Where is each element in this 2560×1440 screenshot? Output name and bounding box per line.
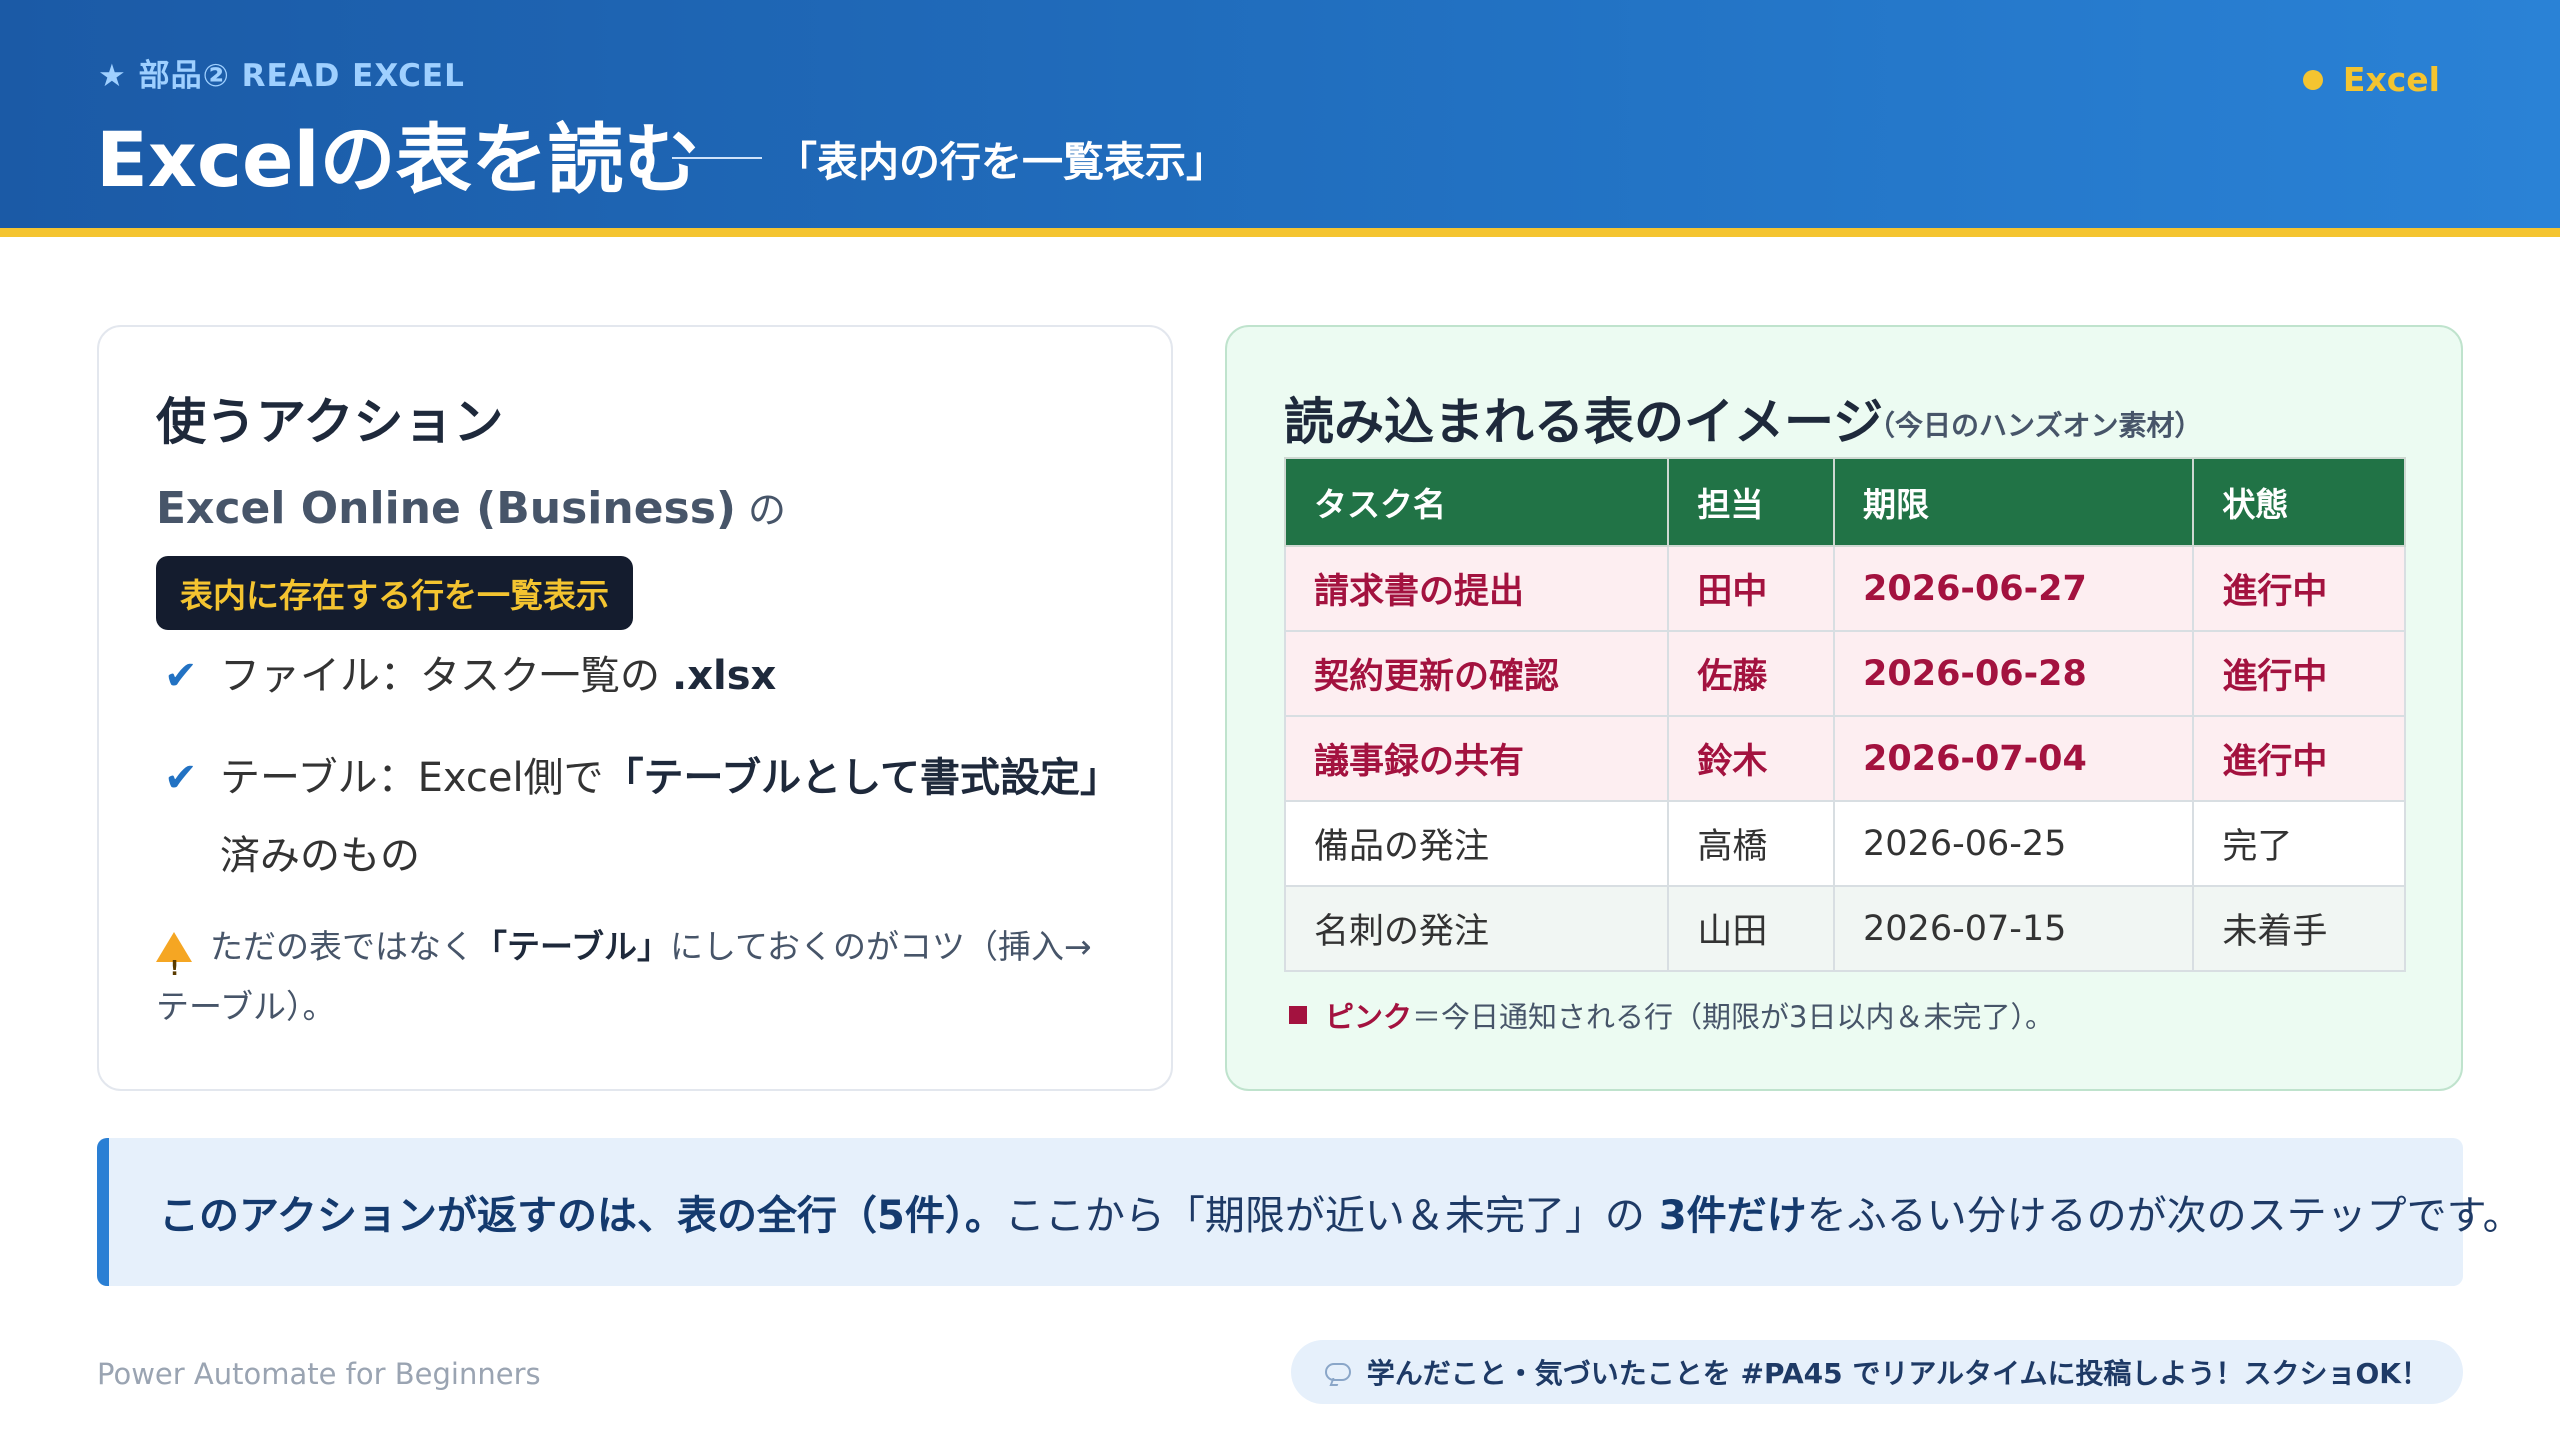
table-preview-card: 読み込まれる表のイメージ （今日のハンズオン素材） タスク名 担当 期限 状態 … xyxy=(1225,325,2463,1091)
cell-task: 議事録の共有 xyxy=(1283,715,1670,802)
excel-badge: Excel xyxy=(2302,60,2440,99)
table-header-row: タスク名 担当 期限 状態 xyxy=(1283,457,2406,547)
check-icon: ✔ xyxy=(164,755,198,801)
table-preview-title: 読み込まれる表のイメージ xyxy=(1284,393,1883,451)
connector-product: Excel Online (Business) xyxy=(156,483,737,534)
table-row: 契約更新の確認 佐藤 2026-06-28 進行中 xyxy=(1283,630,2406,717)
slide-header: ★ 部品② READ EXCEL Excelの表を読む 「表内の行を一覧表示」 … xyxy=(0,0,2560,228)
cell-owner: 高橋 xyxy=(1667,800,1836,887)
cell-due: 2026-06-25 xyxy=(1833,800,2195,887)
action-card: 使うアクション Excel Online (Business) の 表内に存在する… xyxy=(97,325,1173,1091)
summary-banner: このアクションが返すのは、表の全行（5件）。ここから「期限が近い＆未完了」の 3件… xyxy=(97,1138,2523,1286)
table-row: 議事録の共有 鈴木 2026-07-04 進行中 xyxy=(1283,715,2406,802)
bullet-table: ✔ テーブル：Excel側で 「テーブルとして書式設定」 xyxy=(164,745,1120,803)
summary-text: このアクションが返すのは、表の全行（5件）。ここから「期限が近い＆未完了」の 3件… xyxy=(159,1183,2523,1241)
warning-icon xyxy=(156,932,192,998)
column-header: 担当 xyxy=(1667,457,1836,547)
action-chip: 表内に存在する行を一覧表示 xyxy=(156,556,633,630)
cell-status: 進行中 xyxy=(2192,630,2406,717)
cell-due: 2026-07-15 xyxy=(1833,885,2195,972)
footer-course-name: Power Automate for Beginners xyxy=(97,1357,541,1391)
task-table: タスク名 担当 期限 状態 請求書の提出 田中 2026-06-27 進行中 契… xyxy=(1283,457,2406,972)
kicker: ★ 部品② READ EXCEL xyxy=(98,58,465,94)
excel-badge-label: Excel xyxy=(2342,60,2440,99)
tip-note: ただの表ではなく「テーブル」にしておくのがコツ（挿入→テーブル）。 xyxy=(156,917,1116,1037)
check-icon: ✔ xyxy=(164,653,198,699)
hashtag-pill: 学んだこと・気づいたことを #PA45 でリアルタイムに投稿しよう！スクショOK… xyxy=(1290,1340,2463,1404)
cell-status: 進行中 xyxy=(2192,715,2406,802)
connector-name: Excel Online (Business) の xyxy=(156,479,786,534)
excel-dot-icon xyxy=(2302,69,2323,90)
column-header: 状態 xyxy=(2192,457,2406,547)
column-header: タスク名 xyxy=(1283,457,1670,547)
cell-owner: 佐藤 xyxy=(1667,630,1836,717)
page-subtitle: 「表内の行を一覧表示」 xyxy=(672,128,1227,188)
action-card-title: 使うアクション xyxy=(156,393,504,451)
table-preview-note: （今日のハンズオン素材） xyxy=(1867,409,2203,442)
bullet-table-em: 「テーブルとして書式設定」 xyxy=(603,755,1120,801)
table-row: 名刺の発注 山田 2026-07-15 未着手 xyxy=(1283,885,2406,972)
cell-status: 完了 xyxy=(2192,800,2406,887)
cell-status: 未着手 xyxy=(2192,885,2406,972)
summary-em-2: 3件だけ xyxy=(1658,1193,1807,1239)
cell-task: 契約更新の確認 xyxy=(1283,630,1670,717)
bullet-file-text: ファイル：タスク一覧の xyxy=(220,653,660,699)
summary-text-2: をふるい分けるのが次のステップです。 xyxy=(1806,1193,2523,1239)
cell-due: 2026-07-04 xyxy=(1833,715,2195,802)
cell-task: 請求書の提出 xyxy=(1283,545,1670,632)
cell-task: 備品の発注 xyxy=(1283,800,1670,887)
bullet-table-continuation: 済みのもの xyxy=(220,833,420,879)
bullet-file: ✔ ファイル：タスク一覧の .xlsx xyxy=(164,643,776,701)
page-title: Excelの表を読む xyxy=(96,115,700,204)
cell-due: 2026-06-27 xyxy=(1833,545,2195,632)
speech-bubble-icon xyxy=(1324,1363,1351,1381)
bullet-table-text: テーブル：Excel側で xyxy=(220,755,604,801)
subtitle-text: 「表内の行を一覧表示」 xyxy=(776,138,1227,186)
summary-em-1: このアクションが返すのは、表の全行（5件）。 xyxy=(159,1193,1005,1239)
cell-task: 名刺の発注 xyxy=(1283,885,1670,972)
legend-text: ＝今日通知される行（期限が3日以内＆未完了）。 xyxy=(1412,1000,2054,1034)
legend-em: ピンク xyxy=(1325,1000,1413,1034)
cell-owner: 山田 xyxy=(1667,885,1836,972)
cell-owner: 鈴木 xyxy=(1667,715,1836,802)
cell-due: 2026-06-28 xyxy=(1833,630,2195,717)
hashtag-pill-text: 学んだこと・気づいたことを #PA45 でリアルタイムに投稿しよう！スクショOK… xyxy=(1366,1357,2429,1390)
tip-text-before: ただの表ではなく xyxy=(210,927,474,966)
tip-em: 「テーブル」 xyxy=(474,927,671,966)
summary-text-1: ここから「期限が近い＆未完了」の xyxy=(1004,1193,1645,1239)
header-divider xyxy=(0,228,2560,237)
bullet-file-ext: .xlsx xyxy=(672,653,777,699)
legend-square-icon xyxy=(1289,1006,1307,1024)
table-row: 備品の発注 高橋 2026-06-25 完了 xyxy=(1283,800,2406,887)
subtitle-dash xyxy=(672,157,762,159)
cell-status: 進行中 xyxy=(2192,545,2406,632)
column-header: 期限 xyxy=(1833,457,2195,547)
cell-owner: 田中 xyxy=(1667,545,1836,632)
table-row: 請求書の提出 田中 2026-06-27 進行中 xyxy=(1283,545,2406,632)
table-legend: ピンク ＝今日通知される行（期限が3日以内＆未完了）。 xyxy=(1289,994,2054,1036)
connector-suffix: の xyxy=(748,488,787,532)
